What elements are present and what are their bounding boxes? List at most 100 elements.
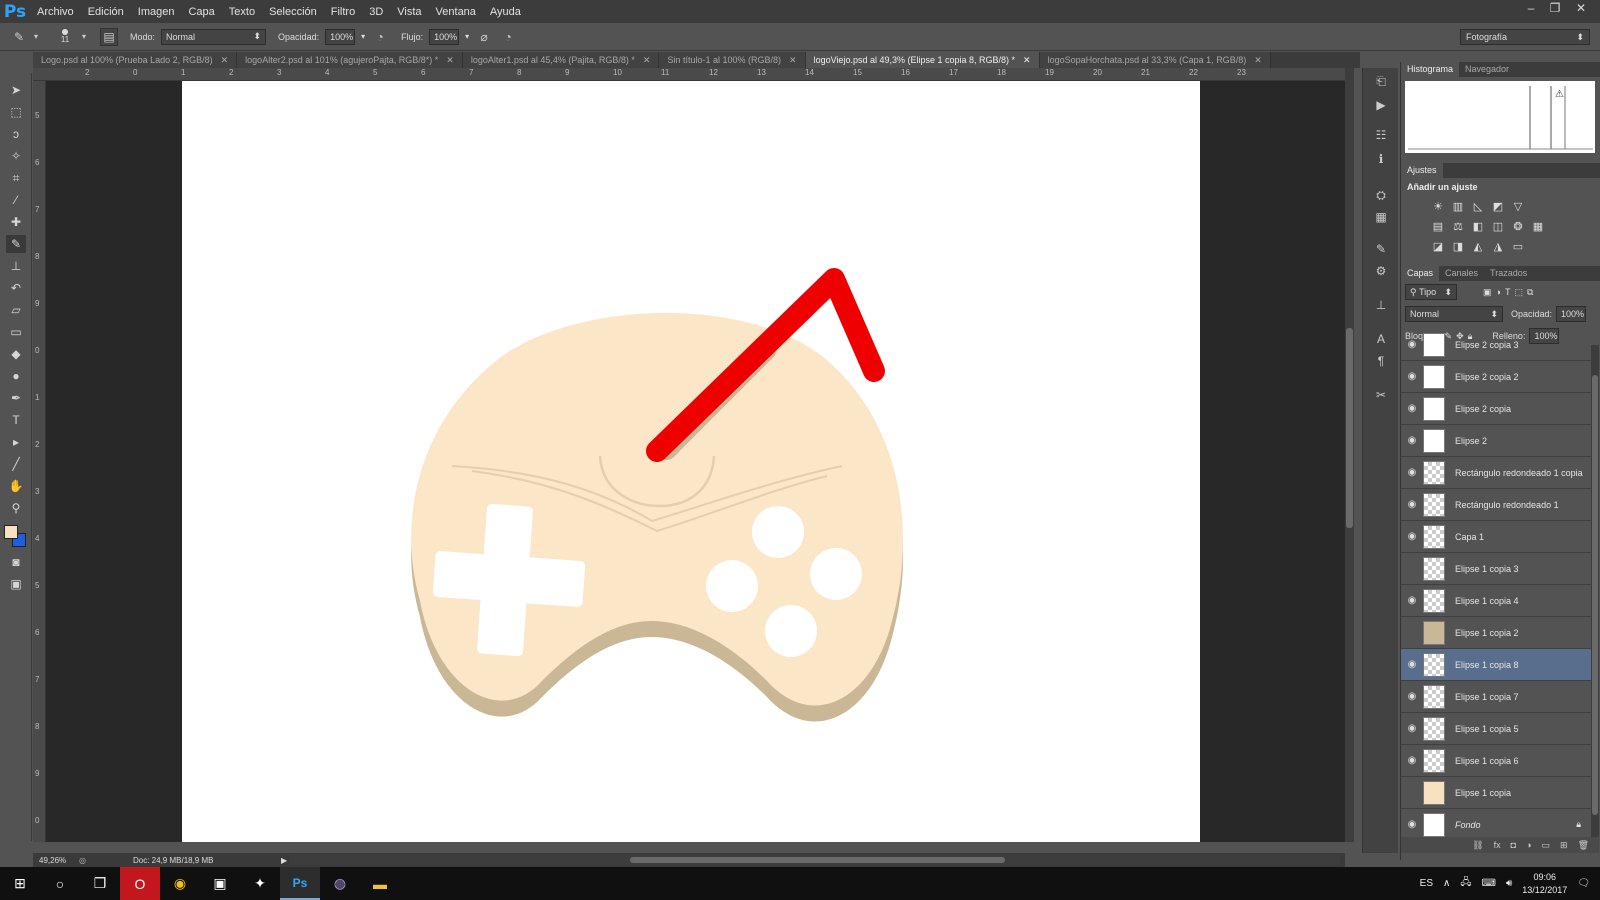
network-icon[interactable]: 🖧︎ [1460,875,1471,892]
canvas-vertical-scrollbar[interactable] [1345,68,1354,842]
clone-stamp-tool-icon[interactable]: ⊥ [6,257,26,275]
layer-row[interactable]: ◉ Elipse 1 copia 5 [1401,713,1591,745]
visibility-eye-icon[interactable]: ◉ [1401,499,1423,510]
visibility-eye-icon[interactable]: ◉ [1401,435,1423,446]
language-indicator[interactable]: ES [1420,878,1433,889]
add-mask-icon[interactable]: ◘ [1511,840,1516,850]
tab-paths[interactable]: Trazados [1484,266,1533,281]
invert-icon[interactable]: ◪ [1431,239,1445,253]
visibility-eye-icon[interactable]: ◉ [1401,563,1423,574]
document-tab[interactable]: logoSopaHorchata.psd al 33,3% (Capa 1, R… [1039,52,1271,68]
document-tab[interactable]: logoAlter2.psd al 101% (agujeroPajta, RG… [237,52,463,68]
tab-channels[interactable]: Canales [1439,266,1484,281]
windows-start-icon[interactable]: ⊞ [0,867,40,900]
tool-presets-icon[interactable]: ⚙ [1371,262,1391,280]
visibility-eye-icon[interactable]: ◉ [1401,723,1423,734]
visibility-eye-icon[interactable]: ◉ [1401,659,1423,670]
hand-tool-icon[interactable]: ✋ [6,477,26,495]
menu-item[interactable]: Selección [262,6,324,18]
opera-icon[interactable]: O [120,867,160,900]
close-tab-icon[interactable]: ✕ [221,55,229,66]
black-white-icon[interactable]: ◧ [1471,219,1485,233]
layer-row[interactable]: ◉ Rectángulo redondeado 1 copia [1401,457,1591,489]
close-tab-icon[interactable]: ✕ [1254,55,1262,66]
menu-item[interactable]: Filtro [324,6,362,18]
minimize-icon[interactable]: – [1520,0,1542,18]
brush-tool-icon[interactable]: ✎ [6,235,26,253]
visibility-eye-icon[interactable]: ◉ [1401,467,1423,478]
levels-icon[interactable]: ▥ [1451,199,1465,213]
new-adjustment-icon[interactable]: ◑ [1526,840,1531,850]
layer-row[interactable]: ◉ Elipse 2 [1401,425,1591,457]
layer-row[interactable]: ◉ Elipse 1 copia 3 [1401,553,1591,585]
lasso-tool-icon[interactable]: ↄ [6,125,26,143]
store-icon[interactable]: ▣ [200,867,240,900]
tab-navigator[interactable]: Navegador [1459,62,1515,77]
brush-tool-preset-icon[interactable]: ✎ [10,28,28,46]
visibility-eye-icon[interactable]: ◉ [1401,691,1423,702]
foreground-color-swatch[interactable] [4,525,18,539]
layer-style-icon[interactable]: fx [1494,840,1501,850]
photo-filter-icon[interactable]: ◫ [1491,219,1505,233]
tab-layers[interactable]: Capas [1401,266,1440,281]
layer-row[interactable]: ◉ Elipse 1 copia 6 [1401,745,1591,777]
canvas-area[interactable] [46,81,1345,842]
search-icon[interactable]: ○ [40,867,80,900]
selective-color-icon[interactable]: ◮ [1491,239,1505,253]
pixel-filter-icon[interactable]: ▣ [1483,287,1492,298]
pen-tool-icon[interactable]: ✒ [6,389,26,407]
brightness-icon[interactable]: ☀ [1431,199,1445,213]
layer-row[interactable]: ◉ Elipse 1 copia [1401,777,1591,809]
adjustment-filter-icon[interactable]: ◑ [1496,287,1501,297]
scroll-thumb[interactable] [1592,375,1598,815]
blur-tool-icon[interactable]: ◆ [6,345,26,363]
tab-adjustments[interactable]: Ajustes [1401,163,1443,178]
tool-options-icon[interactable]: ✂ [1371,386,1391,404]
marquee-tool-icon[interactable]: ⬚ [6,103,26,121]
clone-source-icon[interactable]: ⊥ [1371,296,1391,314]
dodge-tool-icon[interactable]: ● [6,367,26,385]
magic-wand-tool-icon[interactable]: ✧ [6,147,26,165]
type-tool-icon[interactable]: T [6,411,26,429]
hue-saturation-icon[interactable]: ▤ [1431,219,1445,233]
menu-item[interactable]: Ayuda [483,6,528,18]
layer-row[interactable]: ◉ Rectángulo redondeado 1 [1401,489,1591,521]
layer-row[interactable]: ◉ Elipse 1 copia 2 [1401,617,1591,649]
chevron-down-icon[interactable]: ▾ [465,32,469,41]
eyedropper-tool-icon[interactable]: ⁄ [6,191,26,209]
notifications-icon[interactable]: 🗨︎ [1577,878,1590,889]
opacity-input[interactable]: 100% [325,28,356,45]
close-tab-icon[interactable]: ✕ [1023,55,1031,66]
menu-item[interactable]: Capa [181,6,221,18]
info-icon[interactable]: ℹ [1371,150,1391,168]
mode-select[interactable]: Normal ⬍ [161,28,267,45]
path-selection-tool-icon[interactable]: ▸ [6,433,26,451]
visibility-eye-icon[interactable]: ◉ [1401,403,1423,414]
layer-opacity-input[interactable]: 100% [1556,306,1587,322]
layer-row[interactable]: ◉ Elipse 1 copia 4 [1401,585,1591,617]
color-lookup-icon[interactable]: ▦ [1531,219,1545,233]
menu-item[interactable]: Edición [81,6,131,18]
messenger-icon[interactable]: ◍ [320,867,360,900]
document-tab[interactable]: logoAlter1.psd al 45,4% (Pajita, RGB/8) … [462,52,660,68]
brush-panel-icon[interactable]: ✎ [1371,240,1391,258]
tab-histogram[interactable]: Histograma [1401,62,1460,77]
posterize-icon[interactable]: ◨ [1451,239,1465,253]
clock[interactable]: 09:06 13/12/2017 [1522,871,1567,897]
link-layers-icon[interactable]: ⛓ [1472,840,1483,851]
keyboard-icon[interactable]: ⌨ [1482,878,1496,889]
document-tab[interactable]: logoViejo.psd al 49,3% (Elipse 1 copia 8… [805,52,1040,68]
file-explorer-icon[interactable]: ▬ [360,867,400,900]
actions-play-icon[interactable]: ▶ [1371,96,1391,114]
visibility-eye-icon[interactable]: ◉ [1401,627,1423,638]
workspace-select[interactable]: Fotografía ⬍ [1460,29,1590,45]
visibility-eye-icon[interactable]: ◉ [1401,787,1423,798]
exposure-icon[interactable]: ◩ [1491,199,1505,213]
paragraph-icon[interactable]: ¶ [1371,352,1391,370]
document-tab[interactable]: Sin título-1 al 100% (RGB/8) ✕ [659,52,806,68]
chevron-up-icon[interactable]: ∧ [1443,878,1450,889]
curves-icon[interactable]: ◺ [1471,199,1485,213]
menu-item[interactable]: Archivo [30,6,81,18]
chevron-down-icon[interactable]: ▾ [361,32,365,41]
play-arrow-icon[interactable]: ▶ [281,856,287,865]
